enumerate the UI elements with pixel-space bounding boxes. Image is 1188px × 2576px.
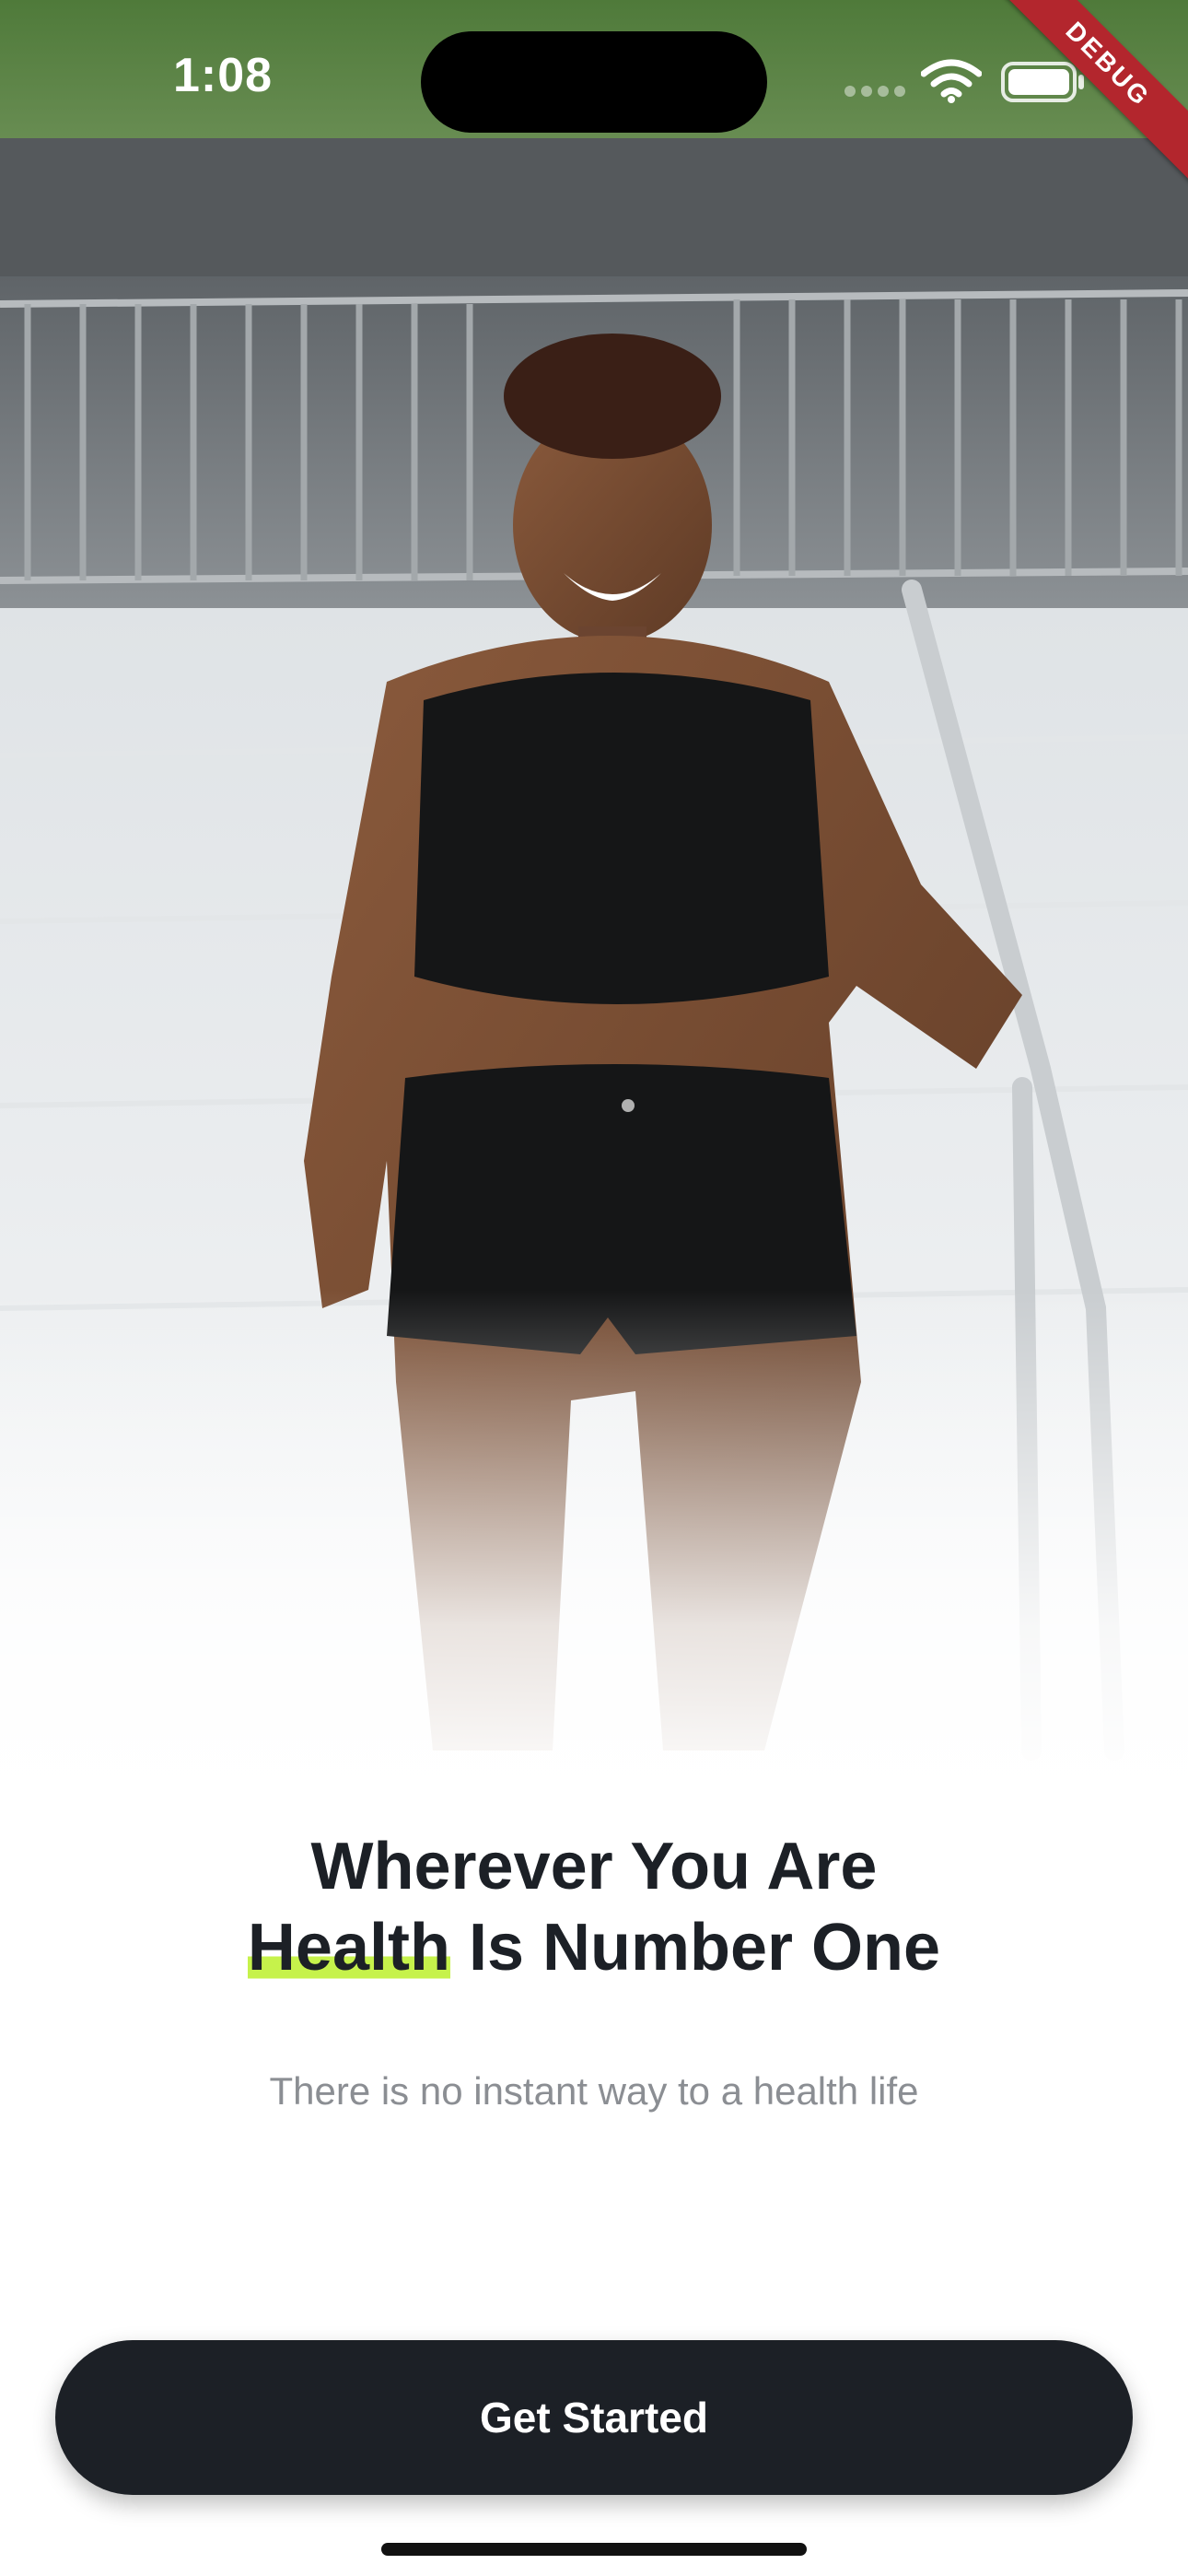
signal-dots-icon (844, 86, 905, 97)
onboarding-screen: 1:08 DEBUG Wherever You Are Health Is Nu… (0, 0, 1188, 2576)
headline-line-2-rest: Is Number One (449, 1911, 941, 1985)
headline-highlight: Health (247, 1911, 450, 1985)
status-time: 1:08 (173, 49, 274, 102)
get-started-button[interactable]: Get Started (55, 2340, 1133, 2495)
hero-photo (0, 0, 1188, 1806)
headline-line-2: Health Is Number One (0, 1907, 1188, 1988)
wifi-icon (921, 59, 982, 103)
dynamic-island (421, 31, 767, 133)
headline-line-1: Wherever You Are (310, 1830, 878, 1903)
subtitle: There is no instant way to a health life (269, 2069, 919, 2113)
hero-fade-overlay (0, 1290, 1188, 1806)
battery-icon (1001, 62, 1084, 102)
headline: Wherever You Are Health Is Number One (0, 1826, 1188, 1988)
home-indicator[interactable] (381, 2543, 807, 2556)
